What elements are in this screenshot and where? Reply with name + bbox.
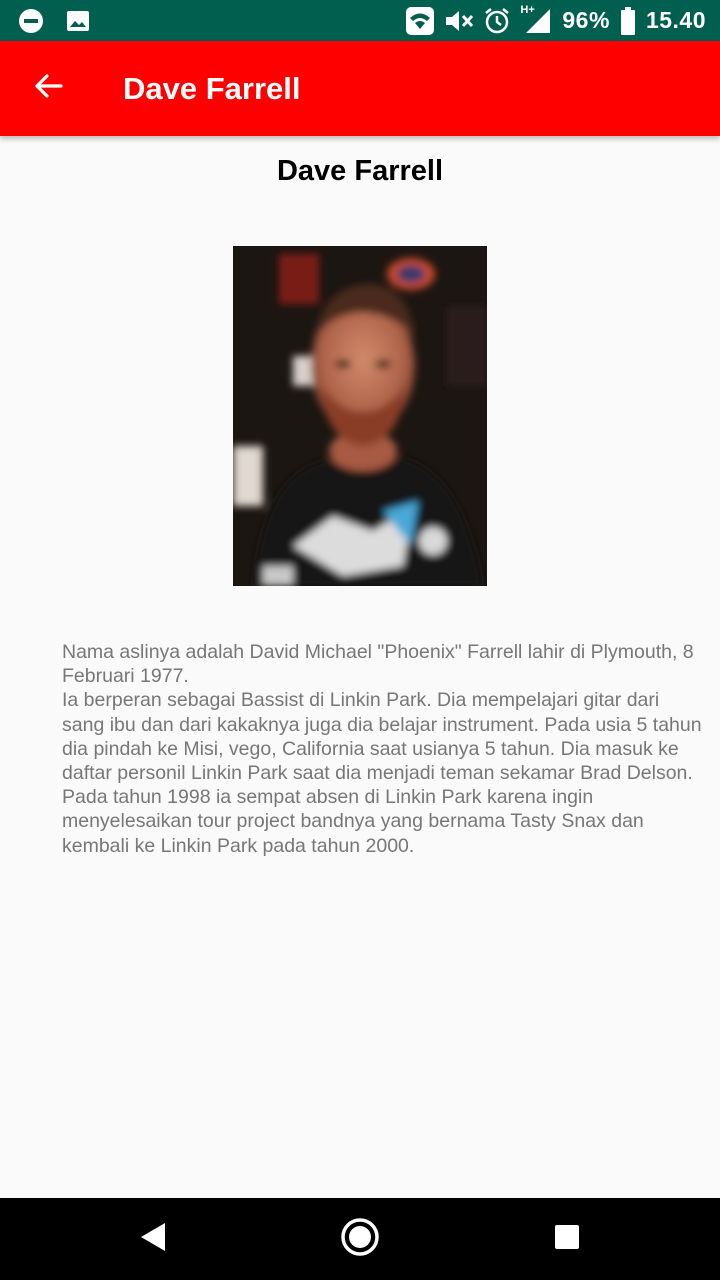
back-button[interactable]: [24, 64, 72, 112]
network-type-label: H+: [520, 3, 535, 16]
app-bar: Dave Farrell: [0, 41, 720, 136]
image-icon: [66, 9, 90, 33]
wifi-icon: [406, 6, 435, 35]
nav-back-button[interactable]: [103, 1198, 203, 1280]
signal-icon: H+: [520, 3, 552, 35]
bio-paragraph: Pada tahun 1998 ia sempat absen di Linki…: [62, 786, 644, 857]
artist-photo: [233, 246, 487, 586]
back-triangle-icon: [138, 1221, 168, 1258]
alarm-icon: [484, 7, 510, 34]
nav-recents-button[interactable]: [517, 1198, 617, 1280]
recents-square-icon: [554, 1224, 580, 1255]
home-circle-icon: [340, 1217, 380, 1262]
bio-text: Nama aslinya adalah David Michael "Phoen…: [62, 640, 702, 858]
clock: 15.40: [645, 7, 706, 33]
status-bar: H+ 96% 15.40: [0, 0, 720, 41]
bio-paragraph: Ia berperan sebagai Bassist di Linkin Pa…: [62, 689, 702, 785]
page-title: Dave Farrell: [276, 155, 444, 187]
nav-home-button[interactable]: [310, 1198, 410, 1280]
bio-paragraph: Nama aslinya adalah David Michael "Phoen…: [62, 641, 694, 688]
navigation-bar: [0, 1198, 720, 1280]
minus-circle-icon: [18, 8, 44, 34]
arrow-left-icon: [33, 71, 63, 106]
app-bar-title: Dave Farrell: [123, 71, 301, 106]
volume-mute-icon: [444, 8, 474, 34]
battery-icon: [620, 6, 636, 35]
battery-percent: 96%: [562, 7, 610, 33]
